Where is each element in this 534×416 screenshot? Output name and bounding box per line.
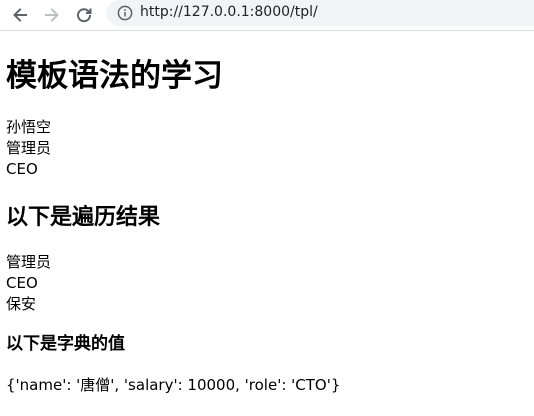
back-button[interactable] xyxy=(8,3,32,27)
variable-line: 管理员 xyxy=(6,139,52,157)
dict-value: {'name': '唐僧', 'salary': 10000, 'role': … xyxy=(6,376,341,394)
loop-item: 管理员 xyxy=(6,253,52,271)
back-arrow-icon xyxy=(13,8,27,22)
browser-toolbar: http://127.0.0.1:8000/tpl/ xyxy=(0,0,534,31)
reload-icon xyxy=(77,8,92,23)
reload-button[interactable] xyxy=(72,3,96,27)
forward-arrow-icon xyxy=(45,8,59,22)
loop-item: CEO xyxy=(6,274,38,292)
address-bar[interactable]: http://127.0.0.1:8000/tpl/ xyxy=(106,0,534,26)
url-text[interactable]: http://127.0.0.1:8000/tpl/ xyxy=(140,4,318,20)
loop-heading: 以下是遍历结果 xyxy=(6,205,161,230)
page-title: 模板语法的学习 xyxy=(6,58,223,94)
dict-heading: 以下是字典的值 xyxy=(6,334,125,354)
variable-line: 孙悟空 xyxy=(6,118,52,136)
loop-item: 保安 xyxy=(6,295,37,313)
info-icon[interactable] xyxy=(117,5,133,21)
variable-line: CEO xyxy=(6,160,38,178)
forward-button[interactable] xyxy=(40,3,64,27)
